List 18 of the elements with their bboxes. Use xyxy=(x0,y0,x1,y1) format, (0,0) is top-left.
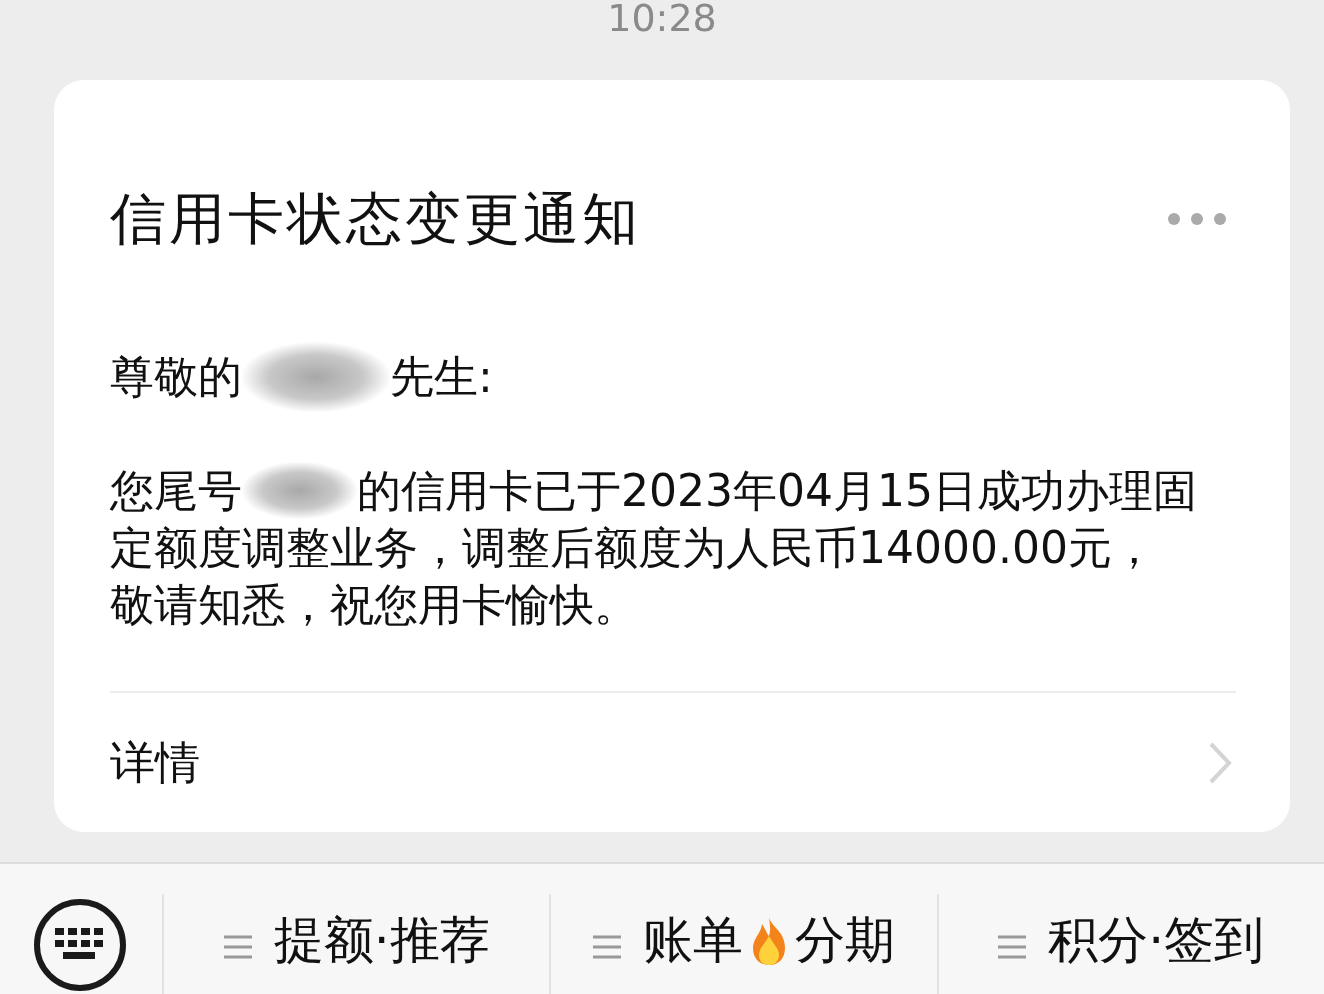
message-text: 定额度调整业务，调整后额度为人民币14000.00元， xyxy=(110,521,1156,575)
details-row[interactable]: 详情 xyxy=(110,691,1236,832)
menu-tab[interactable]: 账单 分期 xyxy=(549,894,937,994)
greeting-text: 先生: xyxy=(390,350,493,404)
menu-tab[interactable]: 提额·推荐 xyxy=(162,894,550,994)
details-label: 详情 xyxy=(110,734,200,791)
greeting-text: 尊敬的 xyxy=(110,350,242,404)
menu-icon xyxy=(223,934,252,960)
keyboard-icon[interactable] xyxy=(33,898,127,992)
message-text: 您尾号 xyxy=(110,464,242,518)
chevron-right-icon xyxy=(1208,740,1232,785)
menu-icon xyxy=(593,934,621,960)
message-text: 敬请知悉，祝您用卡愉快。 xyxy=(110,578,638,632)
menu-tab[interactable]: 积分·签到 xyxy=(936,894,1324,994)
status-time: 10:28 xyxy=(606,0,718,42)
message-title: 信用卡状态变更通知 xyxy=(110,185,641,253)
menu-icon xyxy=(998,934,1027,960)
message-text: 的信用卡已于2023年04月15日成功办理固 xyxy=(357,464,1197,518)
